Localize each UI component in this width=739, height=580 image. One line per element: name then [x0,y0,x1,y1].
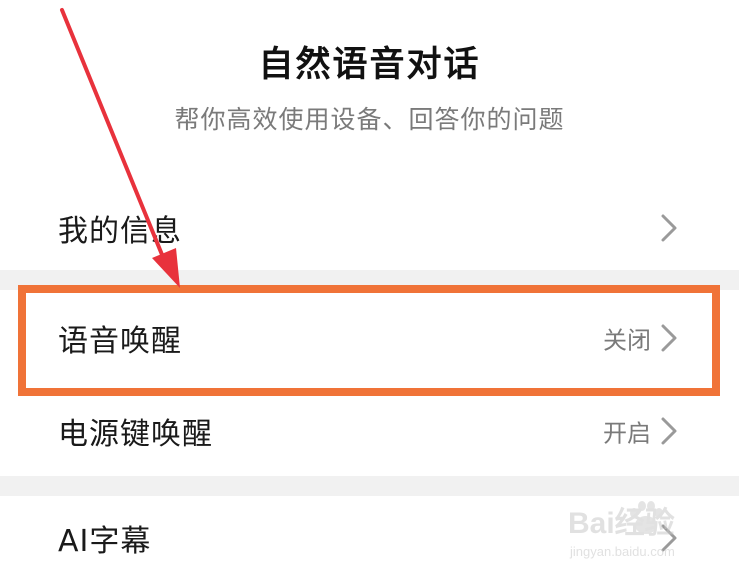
settings-item-label: 电源键唤醒 [58,417,213,452]
chevron-right-icon [661,524,677,552]
settings-item-label: 我的信息 [58,214,182,249]
page-subtitle: 帮你高效使用设备、回答你的问题 [174,105,565,134]
settings-item-label: 语音唤醒 [58,324,182,359]
chevron-right-icon [661,214,677,242]
settings-item-value: 关闭 [603,326,651,355]
chevron-right-icon [661,324,677,352]
section-divider [0,270,739,290]
settings-item-my-info[interactable]: 我的信息 [0,186,739,270]
settings-item-ai-subtitles[interactable]: AI字幕 [0,496,739,580]
settings-item-value: 开启 [603,419,651,448]
section-divider [0,476,739,496]
page-title: 自然语音对话 [258,45,481,85]
settings-item-voice-wake[interactable]: 语音唤醒 关闭 [0,290,739,386]
chevron-right-icon [661,417,677,445]
settings-item-label: AI字幕 [58,524,152,559]
settings-item-power-key-wake[interactable]: 电源键唤醒 开启 [0,386,739,476]
page-header: 自然语音对话 帮你高效使用设备、回答你的问题 [0,0,739,190]
